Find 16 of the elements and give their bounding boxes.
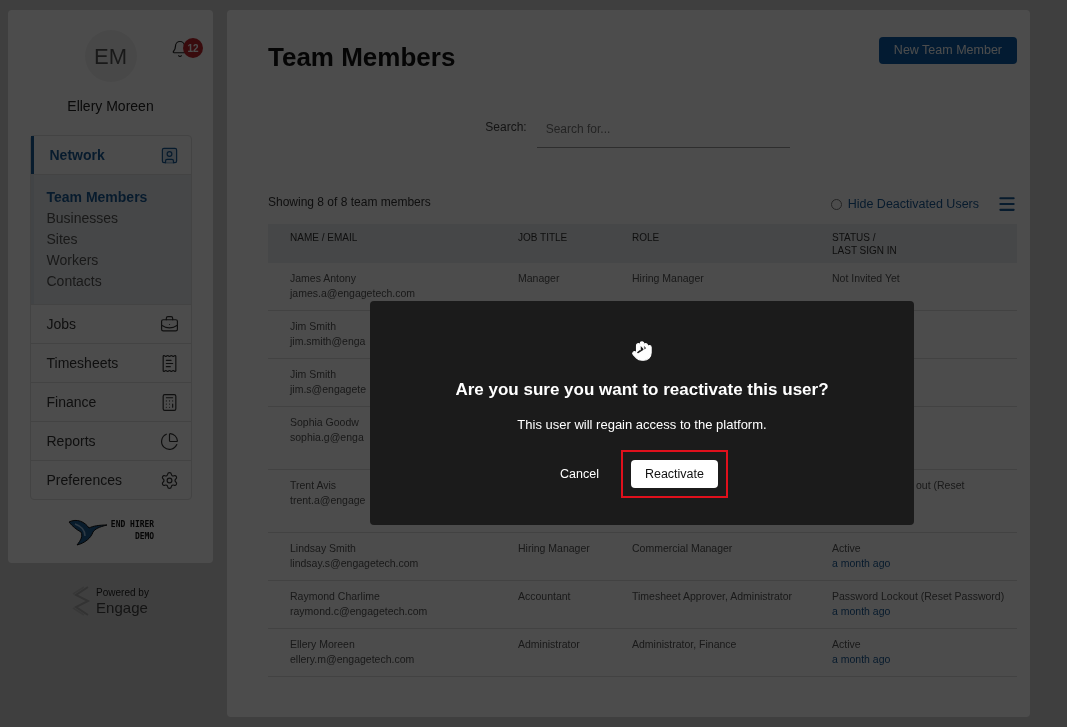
last-sign-in-link[interactable]: a month ago bbox=[832, 604, 891, 619]
column-header: ROLE bbox=[632, 231, 661, 244]
brand-text: DEMO bbox=[134, 531, 155, 543]
reactivate-button[interactable]: Reactivate bbox=[630, 460, 718, 488]
search-label: Search: bbox=[485, 119, 527, 136]
last-sign-in-link[interactable]: a month ago bbox=[832, 652, 891, 667]
page-title: Team Members bbox=[268, 41, 456, 74]
results-summary: Showing 8 of 8 team members bbox=[268, 194, 431, 211]
dialog-message: This user will regain access to the platform. bbox=[517, 415, 767, 434]
column-header: NAME / EMAIL bbox=[290, 231, 359, 244]
user-name: Ellery Moreen bbox=[67, 97, 154, 116]
column-header: JOB TITLE bbox=[518, 231, 569, 244]
cancel-button[interactable]: Cancel bbox=[556, 460, 603, 488]
last-sign-in-link[interactable]: a month ago bbox=[832, 556, 891, 571]
dialog-title: Are you sure you want to reactivate this user? bbox=[455, 379, 829, 401]
brand-text: END HIRER bbox=[110, 519, 155, 531]
